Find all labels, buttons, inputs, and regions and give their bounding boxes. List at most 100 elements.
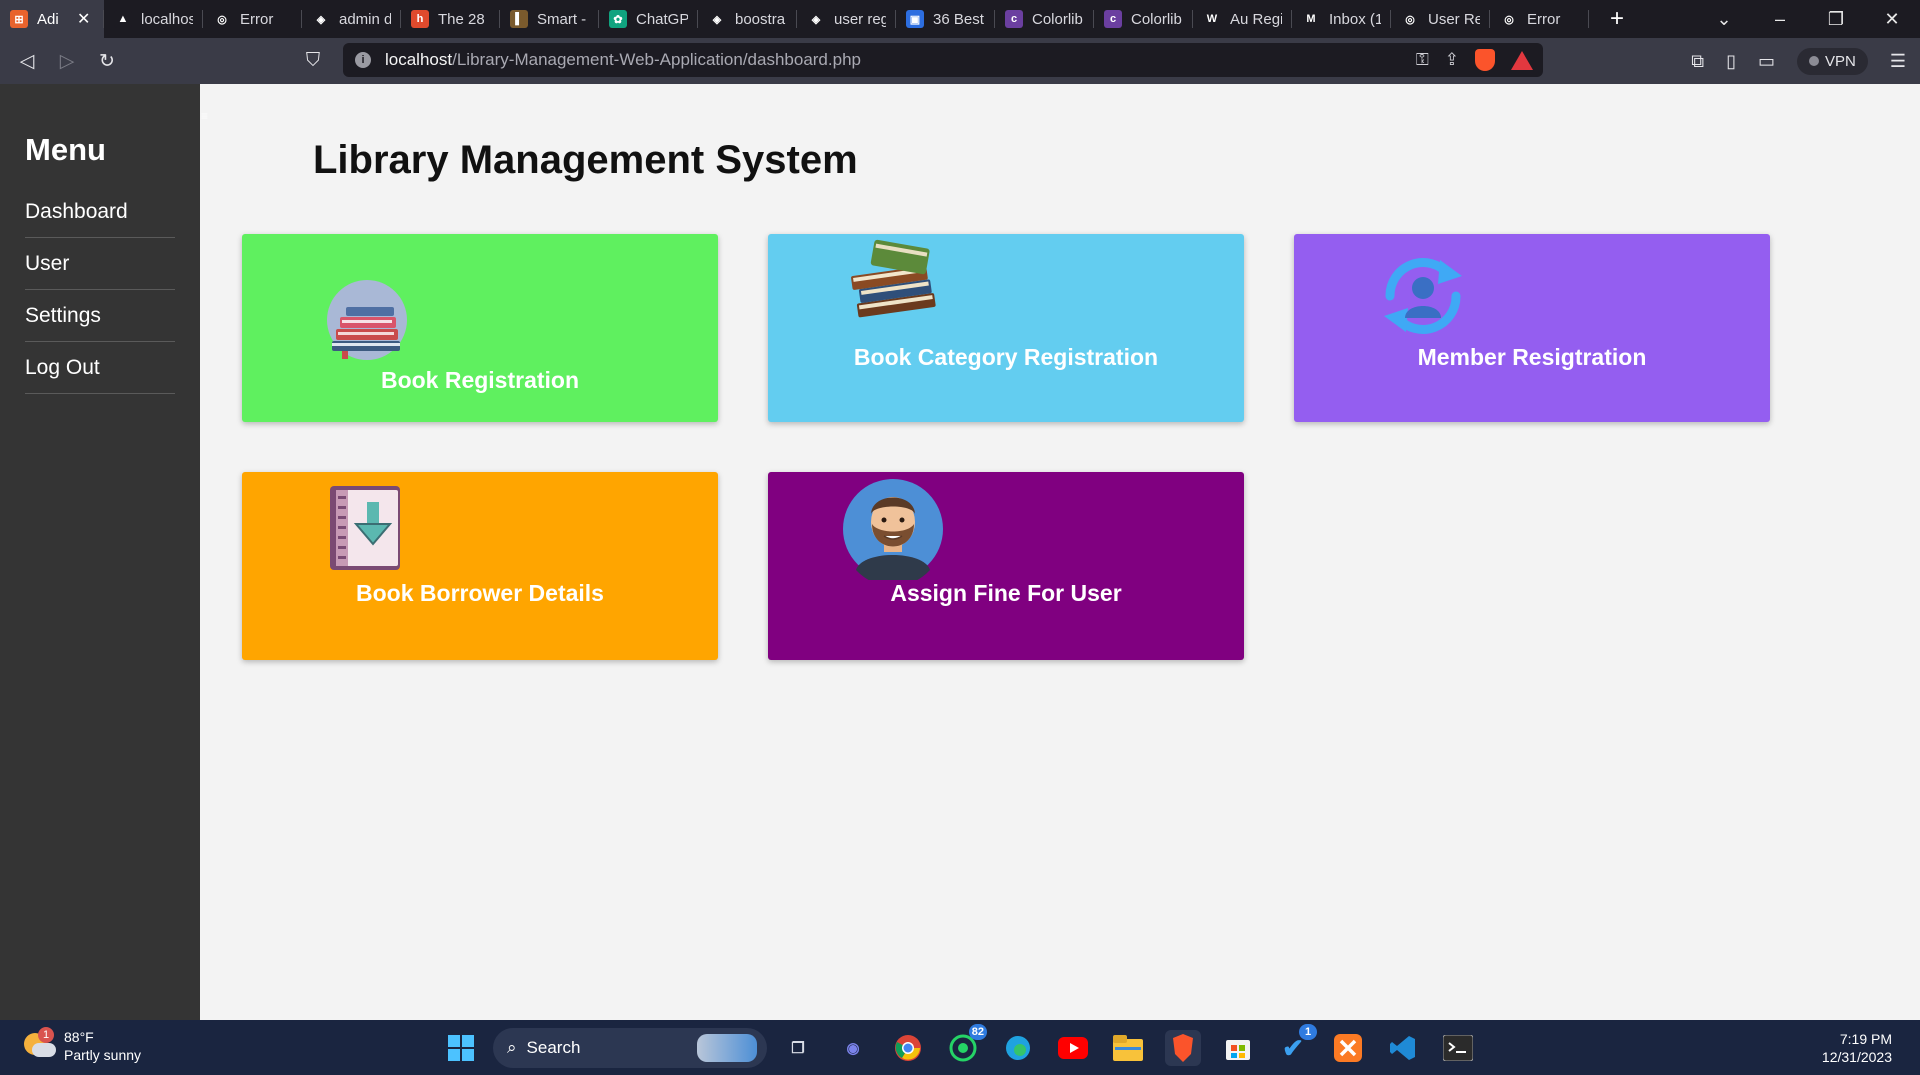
browser-toolbar: ◁ ▷ ↻ ⛉ i localhost/Library-Management-W… — [0, 38, 1920, 84]
hamburger-icon[interactable]: ≡ — [201, 110, 215, 122]
address-bar[interactable]: i localhost/Library-Management-Web-Appli… — [343, 43, 1543, 77]
tab-label: Colorlib — [1131, 10, 1182, 28]
browser-tab[interactable]: M Inbox (1 — [1292, 0, 1391, 38]
clock-time: 7:19 PM — [1839, 1031, 1892, 1047]
vpn-status-icon — [1809, 56, 1820, 66]
tab-favicon-icon: W — [1203, 10, 1221, 28]
key-icon[interactable]: ⚿ — [1416, 50, 1429, 70]
browser-tab[interactable]: c Colorlib — [995, 0, 1094, 38]
whatsapp-icon[interactable]: 82 — [945, 1024, 987, 1066]
card-label: Book Category Registration — [853, 344, 1159, 370]
taskbar-apps: ❐ ◉ 82 ✔ 1 — [780, 1024, 1476, 1066]
browser-tab[interactable]: W Au Regi — [1193, 0, 1292, 38]
browser-tab[interactable]: ◎ User Re — [1391, 0, 1490, 38]
main-menu-icon[interactable]: ☰ — [1890, 51, 1906, 72]
terminal-icon[interactable] — [1440, 1030, 1476, 1066]
tab-favicon-icon: ⊞ — [10, 10, 28, 28]
restore-button[interactable]: ❐ — [1808, 9, 1864, 30]
book-stack-icon — [327, 280, 407, 360]
tab-favicon-icon: ✿ — [609, 10, 627, 28]
microsoft-store-icon[interactable] — [1220, 1030, 1256, 1066]
browser-tab[interactable]: ◎ Error — [203, 0, 302, 38]
file-explorer-icon[interactable] — [1110, 1030, 1146, 1066]
tab-favicon-icon: ▲ — [114, 10, 132, 28]
vscode-icon[interactable] — [1385, 1030, 1421, 1066]
chrome-icon[interactable] — [890, 1030, 926, 1066]
sidebar-item-dashboard[interactable]: Dashboard — [25, 186, 175, 238]
tab-list-chevron-icon[interactable]: ⌄ — [1696, 9, 1752, 30]
minimize-button[interactable]: – — [1752, 9, 1808, 30]
extensions-icon[interactable]: ⧉ — [1691, 51, 1704, 72]
browser-tab[interactable]: ▣ 36 Best — [896, 0, 995, 38]
tab-label: Error — [240, 10, 274, 28]
whatsapp-badge: 82 — [968, 1024, 987, 1040]
edge-icon[interactable] — [1000, 1030, 1036, 1066]
tab-label: 36 Best — [933, 10, 984, 28]
card-book-registration[interactable]: Book Registration — [242, 234, 718, 422]
browser-tab[interactable]: ◈ user reg — [797, 0, 896, 38]
tab-label: Au Regi — [1230, 10, 1282, 28]
member-refresh-icon — [1384, 258, 1462, 334]
card-label: Assign Fine For User — [890, 580, 1122, 606]
card-assign-fine[interactable]: Assign Fine For User — [768, 472, 1244, 660]
browser-tab[interactable]: c Colorlib — [1094, 0, 1193, 38]
back-button[interactable]: ◁ — [7, 41, 47, 81]
tab-favicon-icon: M — [1302, 10, 1320, 28]
taskbar-clock[interactable]: 7:19 PM 12/31/2023 — [1822, 1030, 1892, 1066]
user-avatar-icon — [843, 479, 943, 580]
card-book-borrower-details[interactable]: Book Borrower Details — [242, 472, 718, 660]
card-book-category-registration[interactable]: Book Category Registration — [768, 234, 1244, 422]
weather-desc: Partly sunny — [64, 1047, 142, 1063]
wallet-icon[interactable]: ▭ — [1758, 51, 1775, 72]
browser-tab[interactable]: ⊞ Adi ✕ — [0, 0, 104, 38]
share-icon[interactable]: ⇪ — [1445, 50, 1459, 70]
teams-chat-icon[interactable]: ◉ — [835, 1030, 871, 1066]
browser-tab[interactable]: ◈ admin d — [302, 0, 401, 38]
tab-close-icon[interactable]: ✕ — [77, 9, 90, 29]
site-info-icon[interactable]: i — [355, 52, 371, 68]
sidebar-item-user[interactable]: User — [25, 238, 175, 290]
vpn-button[interactable]: VPN — [1797, 47, 1868, 75]
tab-label: boostra — [735, 10, 786, 28]
browser-tab[interactable]: ◎ Error — [1490, 0, 1589, 38]
sidebar: Menu Dashboard User Settings Log Out — [0, 84, 200, 1020]
card-label: Book Borrower Details — [356, 580, 604, 606]
weather-temp: 88°F — [64, 1029, 94, 1045]
reload-button[interactable]: ↻ — [87, 41, 127, 81]
partly-sunny-icon: 1 — [22, 1027, 56, 1063]
tab-favicon-icon: ▣ — [906, 10, 924, 28]
tasks-badge: 1 — [1299, 1024, 1317, 1040]
youtube-icon[interactable] — [1055, 1030, 1091, 1066]
sidebar-item-logout[interactable]: Log Out — [25, 342, 175, 394]
tab-label: The 28 E — [438, 10, 490, 28]
tab-favicon-icon: ▌ — [510, 10, 528, 28]
browser-tab[interactable]: h The 28 E — [401, 0, 500, 38]
sidebar-toggle-icon[interactable]: ▯ — [1726, 51, 1736, 72]
xampp-icon[interactable] — [1330, 1030, 1366, 1066]
tab-favicon-icon: h — [411, 10, 429, 28]
sidebar-item-settings[interactable]: Settings — [25, 290, 175, 342]
browser-tab[interactable]: ▲ localhos — [104, 0, 203, 38]
brave-rewards-icon[interactable] — [1511, 50, 1533, 70]
browser-tab[interactable]: ▌ Smart - — [500, 0, 599, 38]
tasks-check-icon[interactable]: ✔ 1 — [1275, 1024, 1317, 1066]
browser-tab[interactable]: ✿ ChatGP — [599, 0, 698, 38]
bookmark-icon[interactable]: ⛉ — [293, 41, 333, 81]
address-bar-actions: ⚿ ⇪ — [1416, 43, 1533, 77]
page-content: Menu Dashboard User Settings Log Out ≡ L… — [0, 84, 1920, 1020]
new-tab-button[interactable]: + — [1595, 0, 1639, 38]
task-view-icon[interactable]: ❐ — [780, 1030, 816, 1066]
tab-label: localhos — [141, 10, 193, 28]
brave-shields-icon[interactable] — [1475, 49, 1495, 71]
browser-tab[interactable]: ◈ boostra — [698, 0, 797, 38]
start-button[interactable] — [448, 1035, 474, 1061]
weather-widget[interactable]: 1 88°F Partly sunny — [22, 1027, 142, 1064]
forward-button[interactable]: ▷ — [47, 41, 87, 81]
book-download-icon — [330, 486, 400, 570]
brave-browser-icon[interactable] — [1165, 1030, 1201, 1066]
close-window-button[interactable]: ✕ — [1864, 9, 1920, 30]
weather-badge: 1 — [38, 1027, 54, 1043]
card-member-registration[interactable]: Member Resigtration — [1294, 234, 1770, 422]
tab-label: user reg — [834, 10, 886, 28]
taskbar-search[interactable]: ⌕ Search — [493, 1028, 767, 1068]
